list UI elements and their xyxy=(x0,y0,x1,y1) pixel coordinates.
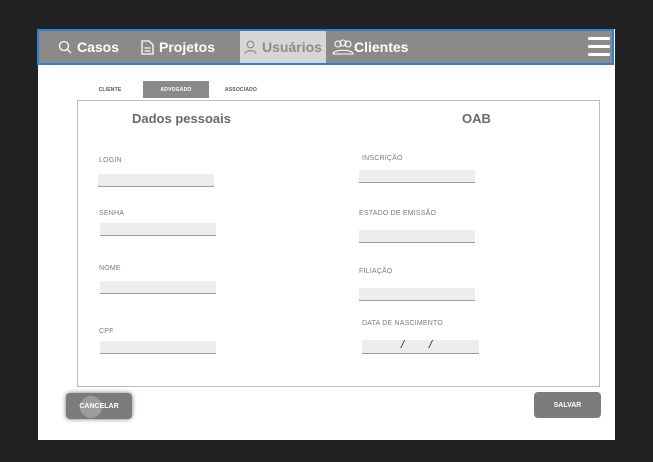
nav-item-usuarios[interactable]: Usuários xyxy=(240,31,326,63)
label-senha: SENHA xyxy=(99,210,125,217)
birthdate-field[interactable]: / / xyxy=(362,339,479,354)
tab-advogado[interactable]: ADVOGADO xyxy=(143,81,209,98)
filiacao-field[interactable] xyxy=(359,288,475,301)
tab-cliente[interactable]: CLIENTE xyxy=(87,81,133,98)
hamburger-menu-icon[interactable] xyxy=(588,37,610,57)
nav-label-clientes: Clientes xyxy=(354,39,409,55)
nav-label-projetos: Projetos xyxy=(159,39,216,55)
date-separator: / xyxy=(401,339,405,351)
login-field[interactable] xyxy=(98,174,214,187)
label-inscricao: INSCRIÇÃO xyxy=(362,155,403,162)
name-field[interactable] xyxy=(100,281,216,294)
user-icon xyxy=(244,40,257,54)
cancel-button[interactable]: CANCELAR xyxy=(66,393,132,419)
search-icon xyxy=(58,40,72,54)
label-nome: NOME xyxy=(99,265,121,272)
document-icon xyxy=(141,39,154,55)
label-data-nascimento: DATA DE NASCIMENTO xyxy=(362,320,443,327)
nav-label-usuarios: Usuários xyxy=(262,39,322,55)
label-estado-emissao: ESTADO DE EMISSÃO xyxy=(359,210,437,217)
section-title-oab: OAB xyxy=(462,111,491,126)
tab-associado[interactable]: ASSOCIADO xyxy=(215,81,267,98)
inscricao-field[interactable] xyxy=(359,170,475,183)
estado-emissao-field[interactable] xyxy=(359,230,475,243)
label-filiacao: FILIAÇÃO xyxy=(359,268,393,275)
nav-item-projetos[interactable]: Projetos xyxy=(141,31,215,63)
nav-label-casos: Casos xyxy=(77,39,120,55)
nav-item-clientes[interactable]: Clientes xyxy=(332,31,408,63)
users-group-icon xyxy=(332,39,354,55)
label-cpf: CPF xyxy=(99,328,114,335)
section-title-personal: Dados pessoais xyxy=(132,111,231,126)
top-navbar: Casos Projetos Usuários Clientes xyxy=(37,29,614,65)
label-login: LOGIN xyxy=(99,157,122,164)
date-separator: / xyxy=(429,339,433,351)
cpf-field[interactable] xyxy=(100,341,216,354)
password-field[interactable] xyxy=(100,223,216,236)
nav-item-casos[interactable]: Casos xyxy=(58,31,119,63)
save-button[interactable]: SALVAR xyxy=(534,392,601,418)
